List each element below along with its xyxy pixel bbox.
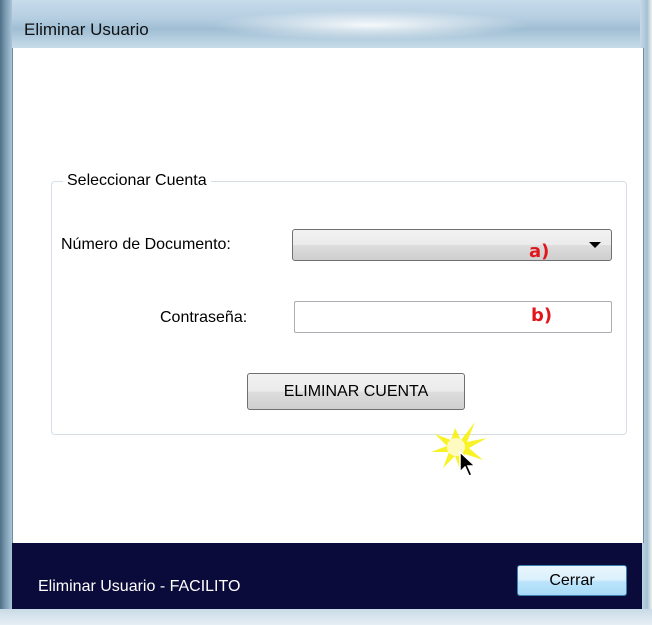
- footer-bar: Eliminar Usuario - FACILITO Cerrar: [12, 543, 642, 609]
- password-label: Contraseña:: [160, 309, 248, 326]
- window-frame-left: [0, 0, 12, 625]
- close-button[interactable]: Cerrar: [517, 565, 627, 596]
- footer-status-text: Eliminar Usuario - FACILITO: [38, 578, 241, 595]
- chevron-down-icon[interactable]: [589, 242, 601, 248]
- document-number-label: Número de Documento:: [61, 236, 231, 253]
- annotation-a: a): [529, 241, 550, 262]
- title-glow: [210, 10, 530, 40]
- cursor-click-highlight: [425, 416, 495, 486]
- delete-account-button[interactable]: ELIMINAR CUENTA: [247, 373, 465, 410]
- annotation-b: b): [531, 305, 553, 326]
- client-area: Seleccionar Cuenta Número de Documento: …: [12, 48, 644, 543]
- window-title: Eliminar Usuario: [24, 20, 149, 39]
- document-number-dropdown[interactable]: [292, 229, 612, 261]
- mouse-pointer-icon: [459, 450, 477, 477]
- group-legend: Seleccionar Cuenta: [63, 172, 211, 190]
- password-input[interactable]: [294, 301, 612, 333]
- app-window: Eliminar Usuario Seleccionar Cuenta Núme…: [0, 0, 652, 625]
- title-bar[interactable]: Eliminar Usuario: [0, 0, 652, 48]
- window-frame-bottom: [0, 609, 652, 625]
